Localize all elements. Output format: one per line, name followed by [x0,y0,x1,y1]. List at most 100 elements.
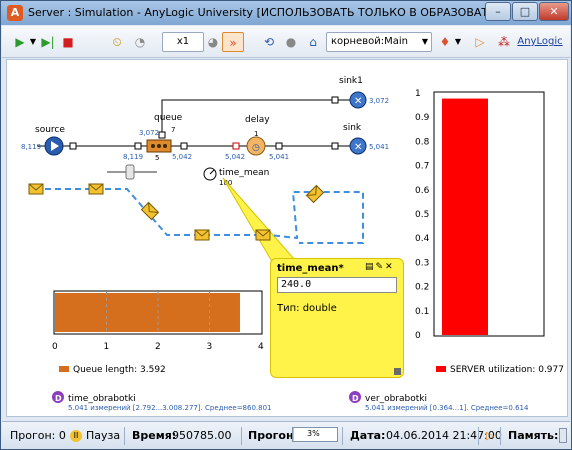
anylogic-icon: A [7,5,23,21]
progress-fill [293,428,295,441]
queue-entity-icon [151,144,155,148]
queue-in-count: 8,119 [123,153,143,161]
queue-size: 5 [155,154,159,162]
source-port [69,142,77,150]
util-chart-tick-label: 0.5 [415,210,429,220]
envelope-icon [88,183,104,195]
virtual-time-icon[interactable]: » [222,32,244,52]
date-value: 04.06.2014 21:47:00 [386,429,502,442]
delay-in-port [232,142,240,150]
queue-out-count: 5,042 [172,153,192,161]
sink1-label: sink1 [339,76,363,86]
util-legend-label: SERVER utilization: 0.977 [450,365,564,375]
popup-resize-handle[interactable] [394,368,401,375]
util-legend-swatch [436,366,446,372]
console-icon[interactable]: ▷ [472,32,488,52]
queue-label: queue [154,113,183,123]
date-label: Дата: [350,429,386,442]
util-chart-tick-label: 0.1 [415,307,429,317]
queue-chart-tick-label: 1 [104,342,110,352]
time-value: 950785.00 [172,429,232,442]
chevron-down-icon: ▼ [421,37,428,46]
queue-length-bar [55,293,240,332]
speed-field[interactable]: x1 [162,32,204,52]
util-chart-tick-label: 0.9 [415,113,430,123]
camera-icon[interactable]: ⟲ [260,32,278,52]
sink1-x-icon: ✕ [354,96,362,107]
sink-x-icon: ✕ [354,142,362,153]
delay-label: delay [245,115,270,125]
pause-icon: II [70,430,82,442]
popup-type-label: Тип: double [277,303,337,314]
title-bar: A Server : Simulation - AnyLogic Univers… [1,1,571,25]
memory-label: Память: [508,429,559,442]
util-chart-tick-label: 0.6 [415,186,430,196]
sink1-count: 3,072 [369,97,389,105]
pin-dropdown-icon[interactable]: ▼ [453,32,463,52]
experiment-select-value: корневой:Main [331,36,408,47]
queue-chart-tick-label: 4 [258,342,264,352]
popup-edit-icon[interactable]: ✎ [376,262,386,272]
sink-in-port [331,142,339,150]
utilization-bar [442,98,488,335]
experiment-select[interactable]: корневой:Main ▼ [326,32,432,52]
realtime-icon[interactable]: ⏲ [108,32,126,52]
queue-capacity: 7 [171,126,175,134]
sink1-in-port [331,96,339,104]
step-icon[interactable]: ▶| [39,32,57,52]
delay-out-port [275,142,283,150]
slider-handle[interactable] [125,164,135,180]
anylogic-link[interactable]: AnyLogic [514,32,566,52]
ver-obrabotki-summary: 5.041 измерений [0.364...1]. Среднее=0.6… [365,404,529,412]
util-chart-tick-label: 0.7 [415,162,429,172]
navigate-icon[interactable]: ● [282,32,300,52]
popup-menu-icon[interactable]: ▤ [365,262,376,272]
envelope-icon [305,184,325,204]
run-count: Прогон: 0 [10,429,66,442]
source-count: 8,119 [21,143,41,151]
minimize-button[interactable]: – [485,2,511,21]
stop-icon[interactable]: ■ [60,32,76,52]
delay-out-count: 5,041 [269,153,289,161]
queue-chart-tick-label: 2 [155,342,161,352]
progress-value: 3% [307,429,320,438]
source-label: source [35,125,65,135]
window-title: Server : Simulation - AnyLogic Universit… [28,6,530,19]
envelope-icon [140,201,160,221]
time-obrabotki-summary: 5.041 измерений [2.792...3.008.277]. Сре… [68,404,272,412]
envelope-icon [194,229,210,241]
maximize-button[interactable]: □ [512,2,538,21]
popup-pointer [222,177,296,271]
queue-timeout-count: 3,072 [139,129,159,137]
queue-timeout-port [158,131,166,139]
queue-chart-tick-label: 3 [207,342,213,352]
popup-close-icon[interactable]: ✕ [385,262,395,272]
progress-bar: 3% [292,427,338,442]
speed-up-icon[interactable]: ◕ [204,32,222,52]
home-icon[interactable]: ⌂ [304,32,322,52]
util-chart-tick-label: 0 [415,331,421,341]
console-status-icon[interactable]: ▷ [486,429,494,442]
queue-legend-label: Queue length: 3.592 [73,365,166,375]
progress-label: Прогон: [248,429,298,442]
util-chart-tick-label: 1 [415,89,421,99]
delay-clock-icon: ◷ [252,143,260,153]
time-mean-label: time_mean [219,168,269,178]
delay-size: 1 [254,130,258,138]
parameter-value-input[interactable]: 240.0 [277,277,397,293]
run-icon[interactable]: ▶ [12,32,28,52]
pin-icon[interactable]: ♦ [436,32,454,52]
queue-out-port [180,142,188,150]
queue-entity-icon [163,144,167,148]
run-dropdown-icon[interactable]: ▼ [28,32,38,52]
queue-chart-tick-label: 0 [52,342,58,352]
utilization-chart: 0 0.1 0.2 0.3 0.4 0.5 0.6 0.7 0.8 0.9 1 SERVER uti… [415,89,564,375]
pause-label: Пауза [86,429,121,442]
queue-legend-swatch [59,366,69,372]
parameter-edit-popup: time_mean* ▤✎✕ 240.0 Тип: double [270,258,404,378]
envelope-icon [255,229,271,241]
status-bar: Прогон: 0 II Пауза Время: 950785.00 Прог… [2,421,570,449]
slow-down-icon[interactable]: ◔ [131,32,149,52]
util-chart-tick-label: 0.4 [415,234,430,244]
close-button[interactable]: ✕ [539,2,569,21]
